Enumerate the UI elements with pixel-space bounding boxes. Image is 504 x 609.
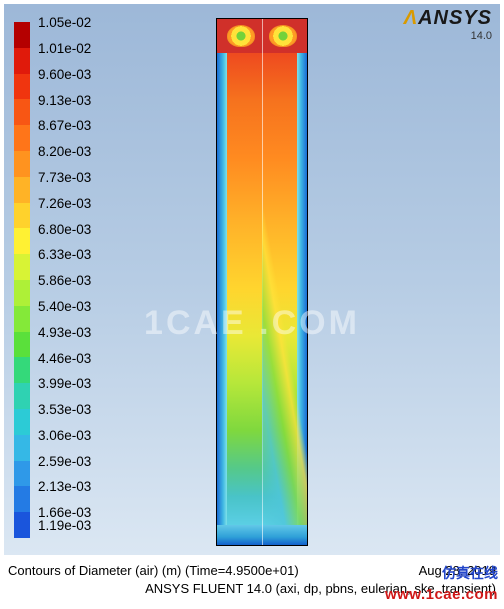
plot-area: ΛANSYS 14.0 1.05e-02 1.01e-02 9.60e-03 9.13… [4,4,500,555]
contour-body [217,19,307,545]
site-name-cn: 仿真在线 [442,563,498,583]
colorbar-swatch [14,177,30,203]
colorbar-swatch [14,254,30,280]
colorbar-swatch [14,203,30,229]
colorbar-swatch [14,332,30,358]
colorbar-label: 7.26e-03 [38,197,91,211]
brand-text: ΛANSYS [404,8,492,28]
colorbar-swatch [14,306,30,332]
colorbar-label: 6.33e-03 [38,248,91,262]
colorbar-swatch [14,22,30,48]
colorbar-label: 1.01e-02 [38,42,91,56]
colorbar-swatch [14,461,30,487]
colorbar-swatch [14,228,30,254]
wall-left [217,53,227,525]
colorbar-label: 2.59e-03 [38,455,91,469]
vortex-eye-right [269,25,297,47]
colorbar-swatch [14,357,30,383]
colorbar-swatch [14,151,30,177]
colorbar-label: 5.86e-03 [38,274,91,288]
software-logo: ΛANSYS 14.0 [404,8,492,42]
colorbar-swatch [14,48,30,74]
colorbar-swatch [14,99,30,125]
colorbar-swatch [14,409,30,435]
colorbar-swatch [14,74,30,100]
colorbar-swatch [14,125,30,151]
colorbar-swatch [14,512,30,538]
colorbar-label: 8.20e-03 [38,145,91,159]
colorbar-label: 3.99e-03 [38,377,91,391]
colorbar-label: 4.93e-03 [38,326,91,340]
colorbar: 1.05e-021.01e-029.60e-039.13e-038.67e-03… [14,22,91,538]
colorbar-label: 1.05e-02 [38,16,91,30]
wall-right [297,53,307,525]
colorbar-swatch [14,383,30,409]
colorbar-label: 6.80e-03 [38,223,91,237]
colorbar-label: 9.60e-03 [38,68,91,82]
caption-title: Contours of Diameter (air) (m) (Time=4.9… [8,562,299,580]
vortex-eye-left [227,25,255,47]
centerline [262,19,263,545]
contour-plot [216,18,308,546]
colorbar-swatch [14,486,30,512]
colorbar-label: 4.46e-03 [38,352,91,366]
colorbar-label: 1.19e-03 [38,519,91,533]
site-url: www.1cae.com [385,586,498,603]
colorbar-label: 2.13e-03 [38,480,91,494]
colorbar-label: 3.53e-03 [38,403,91,417]
colorbar-swatch [14,280,30,306]
colorbar-label: 7.73e-03 [38,171,91,185]
colorbar-label: 5.40e-03 [38,300,91,314]
colorbar-label: 9.13e-03 [38,94,91,108]
colorbar-swatch [14,435,30,461]
colorbar-label: 8.67e-03 [38,119,91,133]
software-version: 14.0 [404,30,492,42]
colorbar-label: 3.06e-03 [38,429,91,443]
